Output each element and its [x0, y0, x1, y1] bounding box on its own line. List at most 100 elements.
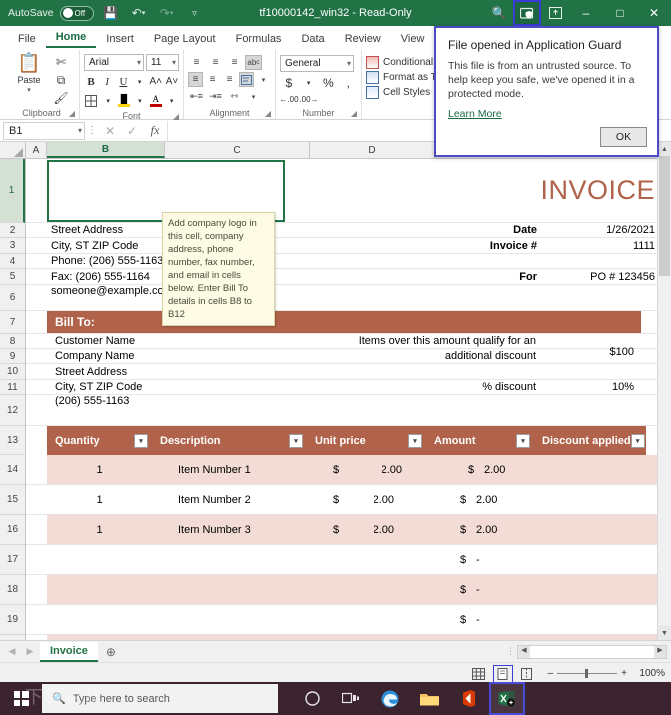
row-discount[interactable] [502, 515, 646, 544]
discount-pct-value[interactable]: 10% [540, 380, 644, 394]
table-header-discount-applied[interactable]: Discount applied ▾ [534, 426, 646, 455]
cell-b12-phone[interactable]: (206) 555-1163 [47, 395, 310, 425]
page-layout-view-icon[interactable] [492, 664, 513, 683]
scroll-up-arrow-icon[interactable]: ▲ [658, 142, 671, 156]
scroll-down-arrow-icon[interactable]: ▼ [658, 626, 671, 640]
column-header-c[interactable]: C [165, 142, 310, 158]
cell-a4[interactable] [26, 254, 47, 268]
cell-a3[interactable] [26, 238, 47, 253]
align-middle-icon[interactable]: ≡ [207, 55, 224, 70]
ribbon-display-options-icon[interactable] [541, 0, 569, 26]
cell-a5[interactable] [26, 269, 47, 284]
row-header-1[interactable]: 1 [0, 159, 25, 223]
save-icon[interactable]: 💾 [100, 3, 122, 23]
task-view-icon[interactable] [333, 682, 369, 715]
increase-indent-icon[interactable]: ⇥≡ [207, 89, 224, 104]
row-discount[interactable] [502, 635, 646, 640]
filter-button-amount[interactable]: ▾ [516, 433, 530, 448]
row-quantity[interactable] [47, 545, 152, 574]
insert-function-icon[interactable]: fx [143, 123, 167, 138]
customize-quick-access-icon[interactable]: ▿ [184, 3, 206, 23]
align-left-icon[interactable]: ≡ [188, 72, 203, 87]
font-name-combo[interactable]: Arial ▾ [84, 54, 144, 71]
invoice-for-value[interactable]: PO # 123456 [541, 269, 667, 284]
row-header-8[interactable]: 8 [0, 334, 25, 349]
cell-b10-street[interactable]: Street Address [47, 364, 310, 379]
row-header-20[interactable]: 20 [0, 635, 25, 640]
row-amount[interactable]: 2.00 [472, 485, 502, 514]
row-header-4[interactable]: 4 [0, 254, 25, 269]
accounting-chevron-down-icon[interactable]: ▾ [300, 74, 318, 91]
row-header-7[interactable]: 7 [0, 311, 25, 334]
zoom-slider-knob[interactable] [585, 669, 589, 678]
tab-review[interactable]: Review [335, 31, 391, 48]
row-header-12[interactable]: 12 [0, 395, 25, 426]
shrink-font-button[interactable]: A˅ [165, 73, 179, 90]
row-description[interactable]: Item Number 3 [152, 515, 307, 544]
cell-d4[interactable] [310, 254, 667, 268]
font-color-chevron-down-icon[interactable]: ▾ [164, 92, 179, 109]
cell-d5[interactable] [310, 269, 435, 284]
scroll-grip-icon[interactable]: ⋮ [506, 646, 515, 657]
italic-button[interactable]: I [100, 73, 114, 90]
row-unit-price[interactable] [307, 605, 426, 634]
row-discount[interactable] [510, 455, 654, 484]
row-description[interactable]: Item Number 2 [152, 485, 307, 514]
zoom-out-button[interactable]: – [548, 668, 554, 679]
row-description[interactable]: Item Number 1 [152, 455, 307, 484]
row-description[interactable] [152, 575, 307, 604]
increase-decimal-icon[interactable]: .00→ [299, 91, 318, 108]
borders-chevron-down-icon[interactable]: ▾ [101, 92, 116, 109]
cell-a6[interactable] [26, 285, 47, 310]
close-button[interactable]: ✕ [637, 0, 671, 26]
next-sheet-icon[interactable]: ▶ [22, 646, 38, 657]
cell-a11[interactable] [26, 380, 47, 394]
row-header-3[interactable]: 3 [0, 238, 25, 254]
tab-data[interactable]: Data [291, 31, 334, 48]
table-header-unit-price[interactable]: Unit price ▾ [307, 426, 426, 455]
align-bottom-icon[interactable]: ≡ [226, 55, 243, 70]
font-dialog-launcher-icon[interactable]: ◢ [173, 112, 179, 121]
cell-b11-city[interactable]: City, ST ZIP Code [47, 380, 310, 394]
column-header-b[interactable]: B [47, 142, 165, 158]
number-dialog-launcher-icon[interactable]: ◢ [351, 109, 357, 118]
row-header-17[interactable]: 17 [0, 545, 25, 575]
scroll-right-arrow-icon[interactable]: ▶ [654, 645, 666, 658]
row-discount[interactable] [502, 605, 646, 634]
tab-page-layout[interactable]: Page Layout [144, 31, 226, 48]
row-header-13[interactable]: 13 [0, 426, 25, 455]
font-color-icon[interactable]: A [149, 92, 162, 109]
paste-button[interactable]: 📋 Paste ▾ [8, 52, 50, 95]
cell-d2[interactable] [310, 223, 435, 237]
taskbar-search-box[interactable]: 🔍 Type here to search [42, 684, 278, 713]
cell-a18[interactable] [26, 575, 47, 604]
row-unit-price[interactable] [307, 575, 426, 604]
row-amount[interactable]: 2.00 [472, 515, 502, 544]
row-description[interactable] [152, 635, 307, 640]
cell-d10[interactable] [310, 364, 644, 379]
filter-button-description[interactable]: ▾ [289, 433, 303, 448]
cell-d12[interactable] [310, 395, 644, 425]
decrease-decimal-icon[interactable]: ←.00 [279, 91, 298, 108]
cancel-icon[interactable]: ✕ [99, 124, 121, 138]
table-header-description[interactable]: Description ▾ [152, 426, 307, 455]
previous-sheet-icon[interactable]: ◀ [4, 646, 20, 657]
row-header-9[interactable]: 9 [0, 349, 25, 364]
accounting-number-format-icon[interactable]: $ [280, 74, 298, 91]
row-quantity[interactable] [47, 635, 152, 640]
learn-more-link[interactable]: Learn More [448, 108, 502, 120]
cell-a1[interactable] [26, 159, 47, 222]
underline-button[interactable]: U [116, 73, 130, 90]
row-quantity[interactable] [47, 575, 152, 604]
copy-icon[interactable]: ⧉ [52, 72, 70, 88]
cell-a2[interactable] [26, 223, 47, 237]
sheet-tab-invoice[interactable]: Invoice [40, 641, 98, 662]
row-discount[interactable] [502, 575, 646, 604]
number-format-combo[interactable]: General ▾ [280, 55, 354, 72]
discount-threshold-value[interactable]: $100 [540, 341, 644, 363]
comma-style-icon[interactable]: , [339, 74, 357, 91]
row-header-19[interactable]: 19 [0, 605, 25, 635]
ok-button[interactable]: OK [600, 127, 647, 147]
merge-and-center-icon[interactable]: ⇿ [226, 89, 243, 104]
filter-button-unit-price[interactable]: ▾ [408, 433, 422, 448]
